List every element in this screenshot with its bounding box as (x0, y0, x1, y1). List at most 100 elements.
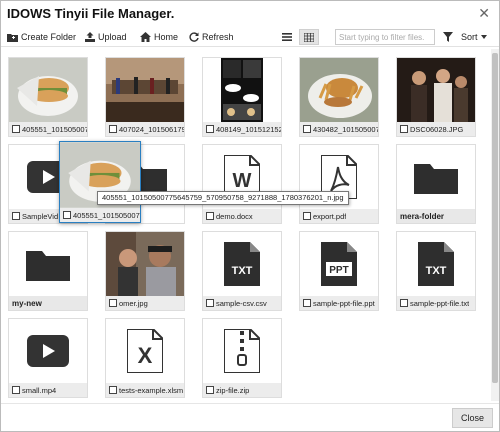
file-name: 430482_101505007 (313, 124, 378, 134)
file-name: SampleVid (22, 211, 59, 221)
zip-thumbnail (203, 319, 281, 383)
file-label-row: sample-ppt-file.txt (397, 296, 475, 310)
select-checkbox[interactable] (12, 125, 20, 133)
sort-label: Sort (461, 32, 478, 42)
file-tile[interactable]: TXT sample-csv.csv (202, 231, 282, 311)
file-tile[interactable]: X tests-example.xlsm (105, 318, 185, 398)
file-name: 405551_101505007 (22, 124, 87, 134)
select-checkbox[interactable] (303, 299, 311, 307)
file-label-row: omer.jpg (106, 296, 184, 310)
refresh-label: Refresh (202, 32, 234, 42)
vertical-scrollbar[interactable] (491, 49, 499, 401)
select-checkbox[interactable] (12, 386, 20, 394)
folder-thumbnail (397, 145, 475, 209)
file-label-row: 430482_101505007 (300, 122, 378, 136)
file-tile[interactable]: 408149_101512152 (202, 57, 282, 137)
file-name: sample-csv.csv (216, 298, 267, 308)
filter-button[interactable] (443, 30, 453, 44)
home-button[interactable]: Home (140, 30, 178, 44)
file-label-row: 405551_101505007 (60, 208, 140, 222)
close-icon[interactable]: ✕ (478, 5, 490, 22)
comic-photo (203, 58, 281, 122)
refresh-button[interactable]: Refresh (189, 30, 234, 44)
list-view-button[interactable] (277, 29, 297, 45)
select-checkbox[interactable] (206, 212, 214, 220)
people-photo (397, 58, 475, 122)
select-checkbox[interactable] (303, 212, 311, 220)
ppt-file-icon: PPT (321, 242, 357, 286)
select-checkbox[interactable] (400, 125, 408, 133)
home-icon (140, 32, 151, 42)
sort-button[interactable]: Sort (461, 30, 487, 44)
select-checkbox[interactable] (400, 299, 408, 307)
file-tile[interactable]: TXT sample-ppt-file.txt (396, 231, 476, 311)
file-tile[interactable]: omer.jpg (105, 231, 185, 311)
file-tile[interactable]: W demo.docx (202, 144, 282, 224)
file-grid: 405551_101505007 407024_101506179 408149… (1, 49, 499, 401)
select-checkbox[interactable] (206, 299, 214, 307)
close-button[interactable]: Close (451, 408, 493, 428)
select-checkbox[interactable] (206, 125, 214, 133)
folder-icon (26, 251, 70, 281)
create-folder-button[interactable]: Create Folder (7, 30, 76, 44)
filter-input[interactable] (335, 29, 435, 45)
file-name: sample-ppt-file.ppt (313, 298, 375, 308)
grid-icon (304, 32, 314, 42)
select-checkbox[interactable] (303, 125, 311, 133)
upload-icon (85, 32, 95, 42)
file-tile[interactable]: zip-file.zip (202, 318, 282, 398)
image-thumbnail (9, 58, 87, 122)
select-checkbox[interactable] (63, 211, 71, 219)
file-name: small.mp4 (22, 385, 57, 395)
file-name: 405551_101505007 (73, 210, 140, 220)
file-manager-dialog: IDOWS Tinyii File Manager. ✕ Create Fold… (0, 0, 500, 432)
folder-label-row: my-new (9, 296, 87, 310)
filter-icon (443, 32, 453, 42)
svg-text:X: X (138, 343, 153, 368)
folder-icon (414, 164, 458, 194)
image-thumbnail (300, 58, 378, 122)
file-name: zip-file.zip (216, 385, 250, 395)
home-label: Home (154, 32, 179, 42)
image-thumbnail (106, 232, 184, 296)
file-tile[interactable]: PPT sample-ppt-file.ppt (299, 231, 379, 311)
select-checkbox[interactable] (109, 125, 117, 133)
dialog-footer: Close (1, 403, 499, 431)
file-label-row: demo.docx (203, 209, 281, 223)
svg-text:TXT: TXT (232, 265, 253, 277)
select-checkbox[interactable] (206, 386, 214, 394)
folder-thumbnail (9, 232, 87, 296)
file-tile[interactable]: 407024_101506179 (105, 57, 185, 137)
file-tile[interactable]: 430482_101505007 (299, 57, 379, 137)
select-checkbox[interactable] (12, 212, 20, 220)
play-icon (27, 335, 69, 367)
stage-photo (106, 58, 184, 122)
file-name: demo.docx (216, 211, 253, 221)
txt-file-icon: TXT (418, 242, 454, 286)
image-thumbnail (397, 58, 475, 122)
select-checkbox[interactable] (109, 386, 117, 394)
folder-tile[interactable]: my-new (8, 231, 88, 311)
svg-text:TXT: TXT (426, 265, 447, 277)
file-tile[interactable]: small.mp4 (8, 318, 88, 398)
upload-button[interactable]: Upload (85, 30, 127, 44)
scrollbar-thumb[interactable] (492, 53, 498, 383)
grid-view-button[interactable] (299, 29, 319, 45)
select-checkbox[interactable] (109, 299, 117, 307)
svg-text:PPT: PPT (329, 265, 348, 276)
file-label-row: sample-ppt-file.ppt (300, 296, 378, 310)
svg-text:W: W (233, 170, 252, 192)
file-label-row: zip-file.zip (203, 383, 281, 397)
file-name: export.pdf (313, 211, 347, 221)
dialog-title: IDOWS Tinyii File Manager. (7, 6, 175, 21)
file-label-row: sample-csv.csv (203, 296, 281, 310)
refresh-icon (189, 32, 199, 42)
file-label-row: small.mp4 (9, 383, 87, 397)
folder-tile[interactable]: mera-folder (396, 144, 476, 224)
file-tile[interactable]: 405551_101505007 (8, 57, 88, 137)
file-label-row: 408149_101512152 (203, 122, 281, 136)
file-tile[interactable]: DSC06028.JPG (396, 57, 476, 137)
dragged-file-tile[interactable]: 405551_101505007 (59, 141, 141, 223)
file-tile[interactable]: export.pdf (299, 144, 379, 224)
zip-file-icon (224, 329, 260, 373)
